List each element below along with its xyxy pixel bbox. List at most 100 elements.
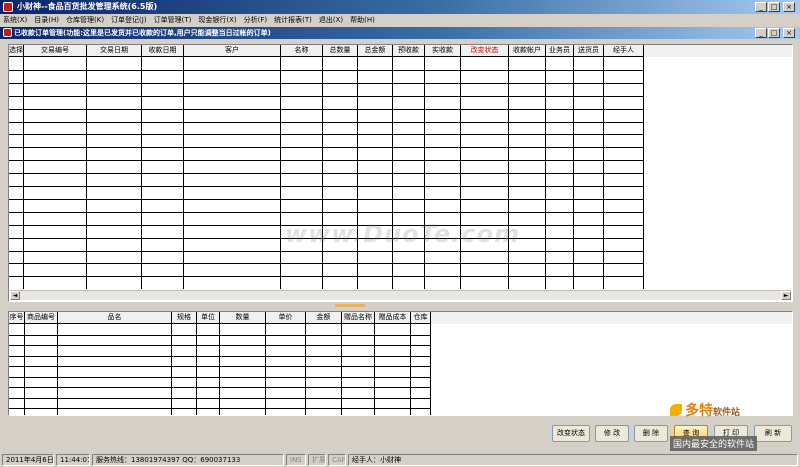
menu-exit[interactable]: 退出(X) (316, 14, 347, 26)
table-row[interactable] (9, 82, 644, 84)
table-row[interactable] (9, 211, 644, 213)
grid-line (219, 324, 220, 415)
column-header[interactable]: 金额 (306, 312, 342, 324)
table-row[interactable] (9, 147, 644, 149)
table-row[interactable] (9, 345, 431, 346)
table-row[interactable] (9, 160, 644, 162)
brand-sub: 软件站 (713, 408, 741, 418)
table-row[interactable] (9, 276, 644, 278)
table-row[interactable] (9, 366, 431, 367)
table-row[interactable] (9, 186, 644, 187)
table-header: 序号 商品编号 品名 规格 单位 数量 单价 金额 赠品名称 赠品成本 仓库 (9, 312, 792, 324)
table-row[interactable] (9, 69, 644, 71)
menu-system[interactable]: 系统(X) (0, 14, 31, 26)
column-header[interactable]: 名称 (281, 45, 323, 57)
status-time: 11:44:01 (56, 454, 90, 466)
column-header[interactable]: 经手人 (604, 45, 644, 57)
table-row[interactable] (9, 387, 431, 388)
brand-watermark: 多特软件站 (670, 400, 740, 420)
orders-table[interactable]: 选择 交易编号 交易日期 收款日期 客户 名称 总数量 总金额 预收款 实收款 改变状态 收款帐户 业务… (8, 44, 793, 302)
table-row[interactable] (9, 408, 431, 409)
status-hotline: 服务热线：13801974397 QQ：690037133 (92, 454, 284, 466)
table-row[interactable] (9, 121, 644, 123)
scroll-left-icon[interactable]: ◄ (10, 291, 20, 300)
column-header[interactable]: 赠品名称 (342, 312, 375, 324)
grid-line (410, 324, 411, 415)
orders-grid-body[interactable]: 选择 交易编号 交易日期 收款日期 客户 名称 总数量 总金额 预收款 实收款 改变状态 收款帐户 业务… (9, 45, 792, 289)
brand-name: 多特 (685, 403, 713, 419)
column-header[interactable]: 品名 (58, 312, 172, 324)
menu-help[interactable]: 帮助(H) (347, 14, 379, 26)
column-header[interactable]: 交易编号 (24, 45, 87, 57)
menu-warehouse[interactable]: 仓库管理(K) (63, 14, 108, 26)
status-ext: 扩展 (308, 454, 326, 466)
column-header[interactable]: 收款帐户 (509, 45, 546, 57)
column-header[interactable]: 总数量 (323, 45, 358, 57)
table-row[interactable] (9, 95, 644, 97)
subwindow-restore-button[interactable]: □ (768, 28, 780, 38)
edit-button[interactable]: 修 改 (595, 425, 629, 442)
panel-splitter[interactable] (0, 302, 800, 309)
column-header[interactable]: 总金额 (358, 45, 393, 57)
column-header[interactable]: 客户 (184, 45, 281, 57)
column-header[interactable]: 规格 (172, 312, 197, 324)
menu-reports[interactable]: 统计报表(T) (271, 14, 316, 26)
table-row[interactable] (9, 397, 431, 399)
subwindow-close-button[interactable]: × (783, 28, 795, 38)
column-header[interactable]: 赠品成本 (375, 312, 411, 324)
orders-horizontal-scrollbar[interactable]: ◄ ► (10, 290, 791, 300)
status-bar: 2011年4月6日 11:44:01 服务热线：13801974397 QQ：6… (0, 453, 800, 467)
subwindow-title: 已收款订单管理(功能:这里是已发货并已收款的订单,用户只能调整当日过帐的订单) (14, 29, 271, 37)
subwindow-minimize-button[interactable]: _ (755, 28, 767, 38)
close-button[interactable]: × (783, 2, 795, 12)
menu-cash-bank[interactable]: 现金银行(X) (195, 14, 240, 26)
change-status-button[interactable]: 改变状态 (552, 425, 590, 442)
menu-bar: 系统(X) 目录(H) 仓库管理(K) 订单登记(J) 订单管理(T) 现金银行(X) 分析… (0, 14, 800, 26)
column-header[interactable]: 改变状态 (461, 45, 509, 57)
table-row[interactable] (9, 263, 644, 265)
maximize-button[interactable]: □ (768, 2, 780, 12)
scroll-right-icon[interactable]: ► (781, 291, 791, 300)
column-header[interactable]: 收款日期 (142, 45, 184, 57)
grid-line (171, 324, 172, 415)
column-header[interactable]: 选择 (9, 45, 24, 57)
brand-leaf-icon (670, 404, 682, 416)
table-row[interactable] (9, 376, 431, 378)
menu-order-management[interactable]: 订单管理(T) (151, 14, 196, 26)
column-header[interactable]: 数量 (220, 312, 266, 324)
app-icon (3, 2, 13, 12)
table-row[interactable] (9, 173, 644, 175)
menu-analysis[interactable]: 分析(F) (241, 14, 272, 26)
delete-button[interactable]: 删 除 (634, 425, 668, 442)
column-header[interactable]: 预收款 (393, 45, 425, 57)
table-header: 选择 交易编号 交易日期 收款日期 客户 名称 总数量 总金额 预收款 实收款 改变状态 收款帐户 业务… (9, 45, 792, 57)
column-header[interactable]: 单价 (266, 312, 306, 324)
grid-line (265, 324, 266, 415)
refresh-button[interactable]: 刷 新 (754, 425, 792, 442)
grid-line (196, 324, 197, 415)
column-header[interactable]: 仓库 (411, 312, 431, 324)
menu-order-entry[interactable]: 订单登记(J) (108, 14, 151, 26)
table-row[interactable] (9, 250, 644, 252)
app-titlebar: 小财神--食品百货批发管理系统(6.5版) _ □ × (0, 0, 800, 14)
brand-tagline: 国内最安全的软件站 (670, 436, 758, 451)
minimize-button[interactable]: _ (755, 2, 767, 12)
column-header[interactable]: 单位 (197, 312, 220, 324)
status-date: 2011年4月6日 (2, 454, 54, 466)
menu-catalog[interactable]: 目录(H) (31, 14, 63, 26)
splitter-grip[interactable] (335, 304, 365, 307)
subwindow-titlebar: 已收款订单管理(功能:这里是已发货并已收款的订单,用户只能调整当日过帐的订单) … (0, 27, 800, 39)
column-header[interactable]: 实收款 (425, 45, 461, 57)
table-row[interactable] (9, 198, 644, 200)
grid-line (57, 324, 58, 415)
table-row[interactable] (9, 334, 431, 336)
table-row[interactable] (9, 355, 431, 357)
column-header[interactable]: 交易日期 (87, 45, 142, 57)
table-row[interactable] (9, 108, 644, 110)
column-header[interactable]: 商品编号 (25, 312, 58, 324)
column-header[interactable]: 序号 (9, 312, 25, 324)
table-row[interactable] (9, 134, 644, 136)
column-header[interactable]: 送货员 (574, 45, 604, 57)
column-header[interactable]: 业务员 (546, 45, 574, 57)
status-caps: CAPS (328, 454, 346, 466)
